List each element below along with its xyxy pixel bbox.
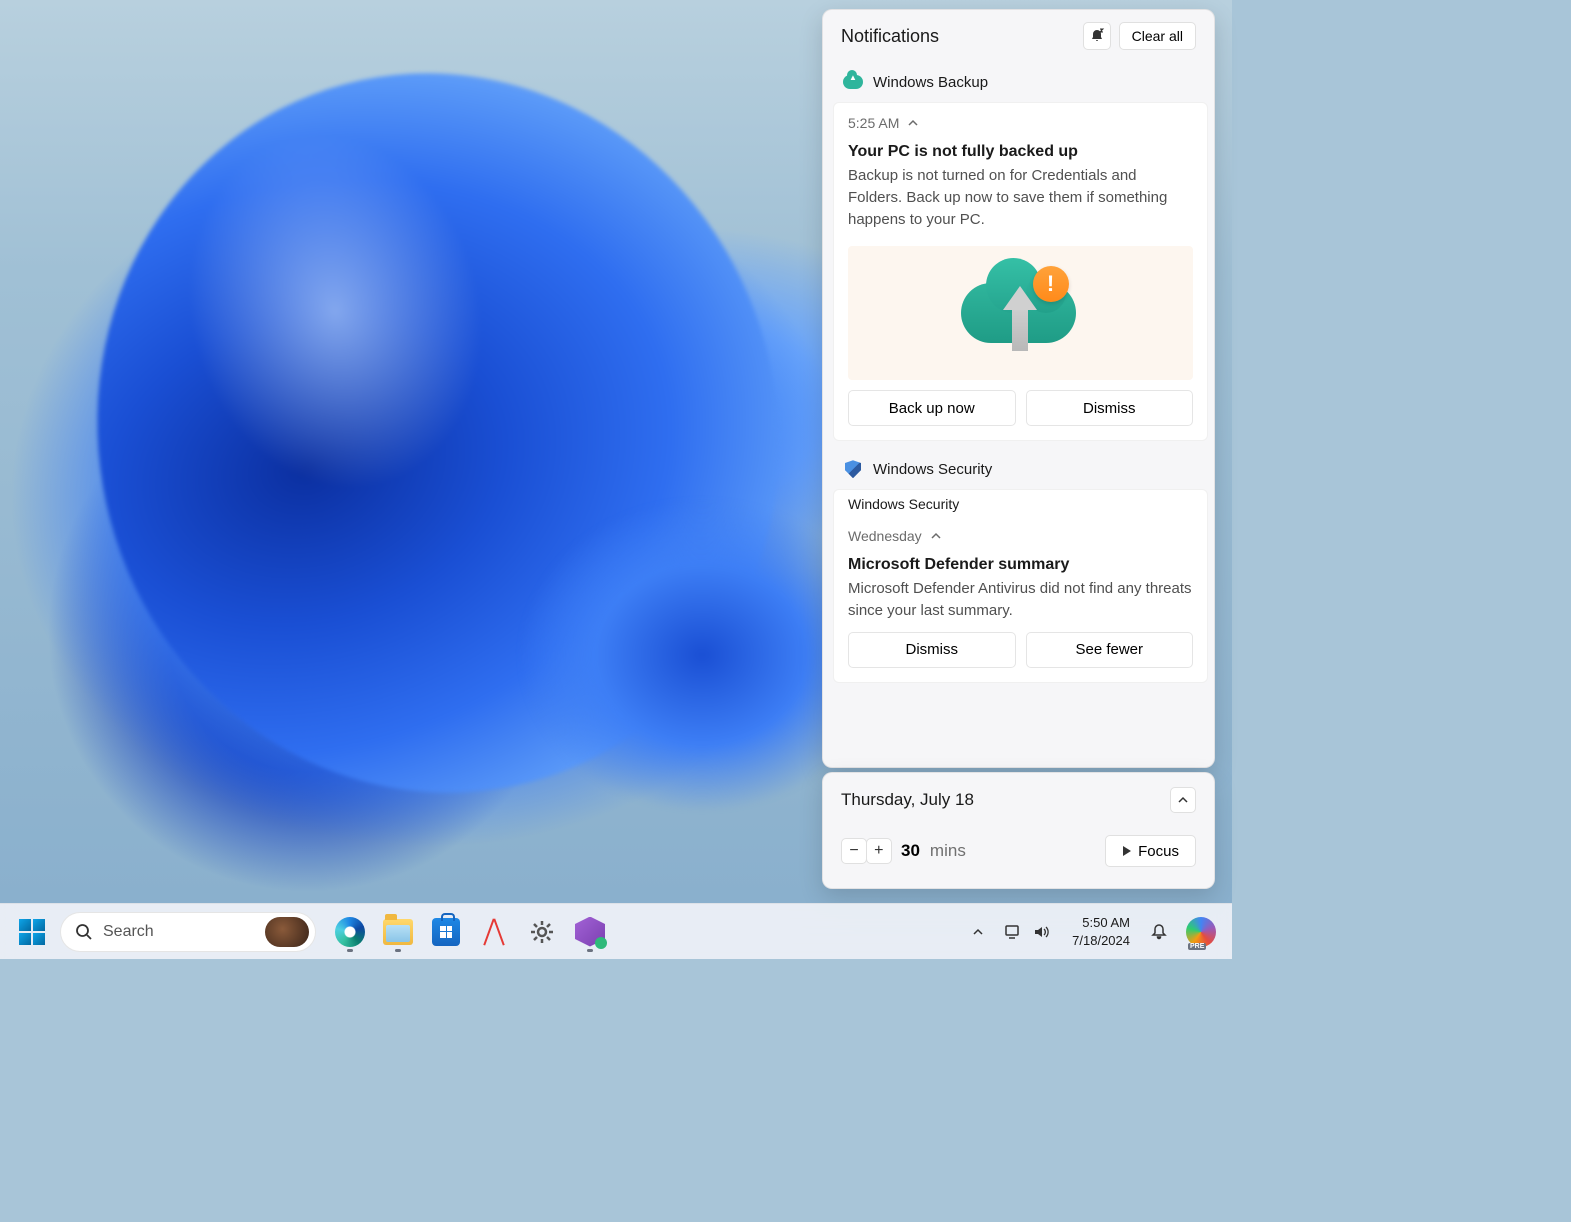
taskbar-icon-file-explorer[interactable] xyxy=(376,910,420,954)
notification-group-backup: Windows Backup 5:25 AM Your PC is not fu… xyxy=(833,60,1208,441)
copilot-icon xyxy=(1186,917,1216,947)
edge-icon xyxy=(335,917,365,947)
taskbar-date: 7/18/2024 xyxy=(1072,932,1130,950)
scissors-icon xyxy=(480,918,508,946)
focus-duration-unit: mins xyxy=(930,841,966,861)
dismiss-button[interactable]: Dismiss xyxy=(848,632,1016,668)
notification-time-row: Wednesday xyxy=(834,512,1207,548)
chevron-up-icon[interactable] xyxy=(907,117,919,129)
notification-time: Wednesday xyxy=(848,528,922,544)
search-highlight-image[interactable] xyxy=(265,917,309,947)
taskbar-search-box[interactable]: Search xyxy=(60,912,316,952)
folder-icon xyxy=(383,919,413,945)
focus-date[interactable]: Thursday, July 18 xyxy=(841,790,974,810)
notification-card-body: Backup is not turned on for Credentials … xyxy=(834,163,1207,240)
clear-all-button[interactable]: Clear all xyxy=(1119,22,1196,50)
app-name-label: Windows Security xyxy=(873,461,992,478)
notification-card[interactable]: Windows Security Wednesday Microsoft Def… xyxy=(833,489,1208,683)
taskbar-icon-copilot[interactable] xyxy=(1178,910,1224,954)
chevron-up-icon[interactable] xyxy=(930,530,942,542)
search-placeholder: Search xyxy=(103,923,255,941)
do-not-disturb-button[interactable] xyxy=(1083,22,1111,50)
network-icon xyxy=(1004,923,1022,941)
taskbar-right: 5:50 AM 7/18/2024 xyxy=(964,910,1232,954)
app-name-label: Windows Backup xyxy=(873,74,988,91)
start-button[interactable] xyxy=(10,910,54,954)
notification-group-security: Windows Security Windows Security Wednes… xyxy=(833,447,1208,683)
taskbar-icon-edge[interactable] xyxy=(328,910,372,954)
chevron-up-icon xyxy=(972,926,984,938)
notification-center-panel: Notifications Clear all Windows Backup 5… xyxy=(822,9,1215,768)
visual-studio-icon xyxy=(575,917,605,947)
taskbar-icon-microsoft-store[interactable] xyxy=(424,910,468,954)
taskbar-icon-snipping-tool[interactable] xyxy=(472,910,516,954)
app-header-backup[interactable]: Windows Backup xyxy=(833,60,1208,102)
start-focus-button[interactable]: Focus xyxy=(1105,835,1196,867)
store-icon xyxy=(432,918,460,946)
show-hidden-icons-button[interactable] xyxy=(964,910,992,954)
shield-icon xyxy=(843,459,863,479)
focus-date-row: Thursday, July 18 xyxy=(841,787,1196,813)
volume-icon xyxy=(1032,923,1050,941)
notification-card-body: Microsoft Defender Antivirus did not fin… xyxy=(834,576,1207,632)
notification-subheader: Windows Security xyxy=(834,490,1207,512)
chevron-up-icon xyxy=(1177,794,1189,806)
gear-icon xyxy=(528,918,556,946)
backup-now-button[interactable]: Back up now xyxy=(848,390,1016,426)
taskbar-left: Search xyxy=(0,910,612,954)
notification-actions: Back up now Dismiss xyxy=(834,390,1207,440)
bell-icon xyxy=(1150,923,1168,941)
notification-card-title: Your PC is not fully backed up xyxy=(834,135,1207,163)
increase-duration-button[interactable]: + xyxy=(866,838,892,864)
taskbar-pinned-apps xyxy=(328,910,612,954)
cloud-upload-warning-graphic: ! xyxy=(961,266,1081,361)
play-icon xyxy=(1122,846,1132,856)
notification-bell-button[interactable] xyxy=(1142,910,1176,954)
notification-time: 5:25 AM xyxy=(848,115,899,131)
taskbar-icon-visual-studio[interactable] xyxy=(568,910,612,954)
collapse-calendar-button[interactable] xyxy=(1170,787,1196,813)
taskbar-icon-settings[interactable] xyxy=(520,910,564,954)
taskbar-datetime[interactable]: 5:50 AM 7/18/2024 xyxy=(1062,910,1140,954)
see-fewer-button[interactable]: See fewer xyxy=(1026,632,1194,668)
bell-sleep-icon xyxy=(1089,28,1105,44)
app-header-security[interactable]: Windows Security xyxy=(833,447,1208,489)
notification-card-title: Microsoft Defender summary xyxy=(834,548,1207,576)
calendar-focus-panel: Thursday, July 18 − 30 mins + Focus xyxy=(822,772,1215,889)
decrease-duration-button[interactable]: − xyxy=(841,838,867,864)
search-icon xyxy=(75,923,93,941)
notification-card[interactable]: 5:25 AM Your PC is not fully backed up B… xyxy=(833,102,1208,441)
taskbar-time: 5:50 AM xyxy=(1082,914,1130,932)
taskbar: Search 5:50 AM 7/18/2024 xyxy=(0,903,1232,959)
windows-logo-icon xyxy=(19,919,45,945)
notification-scroll-area[interactable]: Windows Backup 5:25 AM Your PC is not fu… xyxy=(823,60,1214,767)
backup-cloud-icon xyxy=(843,72,863,92)
notification-header: Notifications Clear all xyxy=(823,10,1214,60)
notification-title: Notifications xyxy=(841,26,1075,47)
notification-card-image: ! xyxy=(848,246,1193,380)
notification-time-row: 5:25 AM xyxy=(834,103,1207,135)
focus-duration-row: − 30 mins + Focus xyxy=(841,835,1196,867)
notification-actions: Dismiss See fewer xyxy=(834,632,1207,682)
dismiss-button[interactable]: Dismiss xyxy=(1026,390,1194,426)
focus-button-label: Focus xyxy=(1138,843,1179,860)
focus-duration-value: 30 xyxy=(901,841,920,861)
system-tray-quick-settings[interactable] xyxy=(994,910,1060,954)
